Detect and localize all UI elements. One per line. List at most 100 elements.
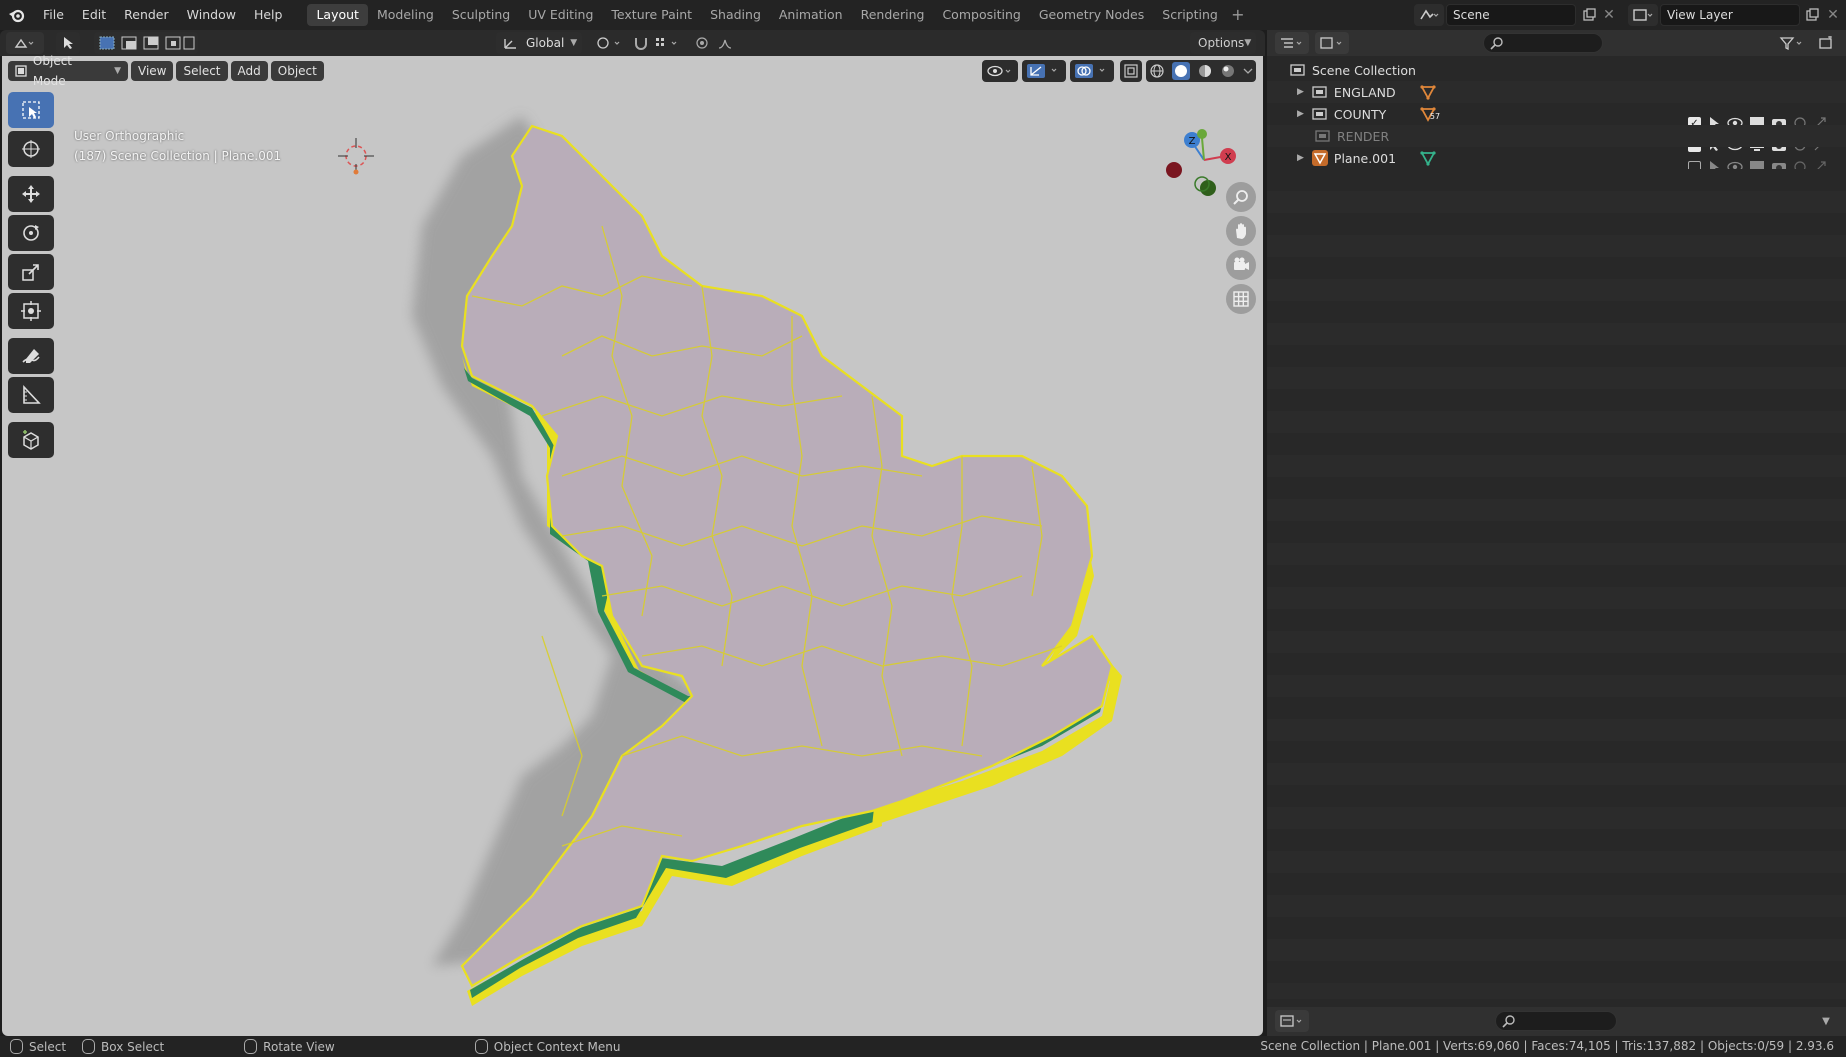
england-county-map[interactable] bbox=[2, 56, 1263, 1036]
mode-dropdown[interactable]: Object Mode ▼ bbox=[8, 54, 128, 88]
new-view-layer-icon[interactable] bbox=[1802, 4, 1822, 26]
menu-view[interactable]: View bbox=[131, 61, 174, 81]
chevron-down-icon[interactable] bbox=[1243, 66, 1253, 76]
menu-help[interactable]: Help bbox=[245, 0, 292, 30]
options-dropdown[interactable]: Options ▼ bbox=[1190, 32, 1256, 54]
pivot-point-icon[interactable] bbox=[590, 32, 630, 54]
add-workspace-button[interactable]: + bbox=[1227, 4, 1249, 26]
outliner-row-scene-collection[interactable]: Scene Collection bbox=[1267, 59, 1846, 81]
selection-mode-buttons[interactable] bbox=[94, 32, 198, 54]
collection-label-england: ENGLAND bbox=[1333, 84, 1396, 100]
chevron-down-icon[interactable]: ▼ bbox=[1815, 1010, 1837, 1032]
annotate-tool-icon[interactable] bbox=[8, 338, 54, 374]
tab-modeling[interactable]: Modeling bbox=[368, 4, 443, 26]
tab-animation[interactable]: Animation bbox=[770, 4, 852, 26]
viewport-header: Global ▼ Options ▼ bbox=[0, 30, 1265, 56]
shading-mode-buttons[interactable] bbox=[1146, 60, 1256, 82]
view-layer-name: View Layer bbox=[1667, 8, 1733, 22]
snap-toggle-icon[interactable] bbox=[630, 32, 652, 54]
properties-editor-type-icon[interactable] bbox=[1275, 1010, 1309, 1032]
proportional-falloff-icon[interactable] bbox=[714, 32, 742, 54]
expand-arrow-icon[interactable]: ▶ bbox=[1297, 153, 1304, 163]
pan-hand-icon[interactable] bbox=[1226, 216, 1256, 246]
select-box-tool-icon[interactable] bbox=[8, 92, 54, 128]
tab-sculpting[interactable]: Sculpting bbox=[443, 4, 519, 26]
rendered-shading-icon[interactable] bbox=[1220, 63, 1236, 79]
search-icon bbox=[1502, 1015, 1515, 1028]
menu-file[interactable]: File bbox=[34, 0, 73, 30]
options-label: Options bbox=[1198, 36, 1245, 50]
outliner-editor-type-icon[interactable] bbox=[1275, 32, 1309, 54]
rotate-tool-icon[interactable] bbox=[8, 215, 54, 251]
menu-add[interactable]: Add bbox=[230, 61, 268, 81]
gizmo-z-label: Z bbox=[1189, 136, 1196, 147]
delete-view-layer-icon[interactable]: ✕ bbox=[1824, 4, 1842, 26]
outliner-row-county[interactable]: ▶ COUNTY 57 bbox=[1267, 103, 1846, 125]
delete-scene-icon[interactable]: ✕ bbox=[1600, 4, 1618, 26]
3d-viewport[interactable]: Z X bbox=[2, 56, 1263, 1036]
zoom-icon[interactable] bbox=[1226, 182, 1256, 212]
scale-tool-icon[interactable] bbox=[8, 254, 54, 290]
tab-uv-editing[interactable]: UV Editing bbox=[519, 4, 602, 26]
navigation-gizmo[interactable]: Z X bbox=[1152, 128, 1238, 206]
ortho-grid-icon[interactable] bbox=[1226, 284, 1256, 314]
new-scene-icon[interactable] bbox=[1579, 4, 1599, 26]
transform-orientation-label: Global bbox=[526, 36, 565, 50]
mode-label: Object Mode bbox=[32, 54, 73, 88]
gizmo-neg-x[interactable] bbox=[1166, 162, 1182, 178]
mesh-icon[interactable] bbox=[1420, 84, 1436, 100]
view-layer-field[interactable]: View Layer bbox=[1660, 4, 1800, 26]
properties-search-input[interactable] bbox=[1495, 1011, 1617, 1031]
status-rotate-view: Rotate View bbox=[263, 1039, 335, 1054]
cursor-tool-icon[interactable] bbox=[8, 131, 54, 167]
camera-view-icon[interactable] bbox=[1226, 250, 1256, 280]
material-shading-icon[interactable] bbox=[1197, 63, 1213, 79]
menu-select[interactable]: Select bbox=[176, 61, 228, 81]
xray-toggle-icon[interactable] bbox=[1120, 60, 1142, 82]
scene-name-field[interactable]: Scene bbox=[1446, 4, 1576, 26]
overlay-toggle-icon[interactable] bbox=[1070, 60, 1114, 82]
menu-window[interactable]: Window bbox=[178, 0, 245, 30]
wireframe-shading-icon[interactable] bbox=[1149, 63, 1165, 79]
snap-target-icon[interactable] bbox=[652, 32, 686, 54]
new-collection-icon[interactable] bbox=[1815, 32, 1837, 54]
menu-render[interactable]: Render bbox=[115, 0, 178, 30]
add-cube-tool-icon[interactable] bbox=[8, 422, 54, 458]
outliner-row-england[interactable]: ▶ ENGLAND bbox=[1267, 81, 1846, 103]
outliner-search-input[interactable] bbox=[1483, 33, 1603, 53]
tab-texture-paint[interactable]: Texture Paint bbox=[602, 4, 701, 26]
tab-layout[interactable]: Layout bbox=[307, 4, 368, 26]
visibility-dropdown-icon[interactable] bbox=[982, 60, 1018, 82]
blender-logo-icon[interactable] bbox=[0, 0, 34, 30]
tab-geometry-nodes[interactable]: Geometry Nodes bbox=[1030, 4, 1153, 26]
scene-selector-icon[interactable] bbox=[1414, 4, 1444, 26]
tab-shading[interactable]: Shading bbox=[701, 4, 770, 26]
scene-statistics: Scene Collection | Plane.001 | Verts:69,… bbox=[1260, 1039, 1834, 1053]
expand-arrow-icon[interactable]: ▶ bbox=[1297, 87, 1304, 97]
filter-icon[interactable] bbox=[1775, 32, 1809, 54]
display-mode-icon[interactable] bbox=[1315, 32, 1349, 54]
expand-arrow-icon[interactable]: ▶ bbox=[1297, 109, 1304, 119]
view-layer-selector-icon[interactable] bbox=[1628, 4, 1658, 26]
menu-object[interactable]: Object bbox=[270, 61, 324, 81]
solid-shading-icon[interactable] bbox=[1172, 62, 1191, 80]
outliner-row-plane[interactable]: ▶ Plane.001 bbox=[1267, 147, 1846, 169]
transform-tool-icon[interactable] bbox=[8, 293, 54, 329]
menu-edit[interactable]: Edit bbox=[73, 0, 115, 30]
gizmo-toggle-icon[interactable] bbox=[1022, 60, 1066, 82]
tab-rendering[interactable]: Rendering bbox=[852, 4, 934, 26]
outliner-row-render[interactable]: RENDER bbox=[1267, 125, 1846, 147]
gizmo-y-axis[interactable] bbox=[1197, 129, 1207, 139]
tab-compositing[interactable]: Compositing bbox=[933, 4, 1029, 26]
proportional-edit-icon[interactable] bbox=[692, 32, 712, 54]
mesh-count-icon[interactable]: 57 bbox=[1420, 106, 1440, 122]
chevron-down-icon: ▼ bbox=[114, 66, 121, 76]
transform-orientation-dropdown[interactable]: Global ▼ bbox=[496, 32, 582, 54]
scene-collection-label: Scene Collection bbox=[1312, 62, 1416, 78]
3d-cursor-icon[interactable] bbox=[334, 134, 378, 178]
move-tool-icon[interactable] bbox=[8, 176, 54, 212]
modifier-icon[interactable] bbox=[1420, 150, 1436, 166]
measure-tool-icon[interactable] bbox=[8, 377, 54, 413]
scene-collection-icon bbox=[1290, 64, 1305, 76]
tab-scripting[interactable]: Scripting bbox=[1153, 4, 1227, 26]
